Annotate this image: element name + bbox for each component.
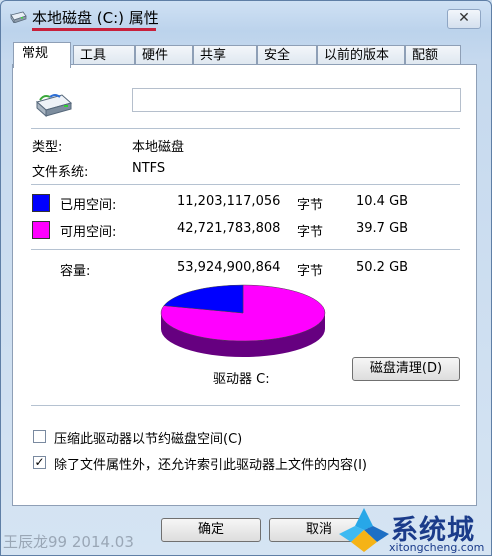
drive-letter-label: 驱动器 C:: [213, 372, 270, 387]
compress-drive-checkbox[interactable]: [33, 430, 46, 443]
tab-quota[interactable]: 配额: [405, 45, 461, 66]
properties-window: 本地磁盘 (C:) 属性 ✕ 常规 工具 硬件 共享 安全 以前的版本 配额 类…: [0, 0, 492, 556]
tab-security[interactable]: 安全: [257, 45, 317, 66]
free-space-bytes: 42,721,783,808: [177, 221, 281, 236]
tab-previous-versions[interactable]: 以前的版本: [317, 45, 405, 66]
tab-hardware[interactable]: 硬件: [135, 45, 193, 66]
drive-name-input[interactable]: [132, 88, 461, 112]
tab-tools[interactable]: 工具: [73, 45, 135, 66]
used-space-swatch: [32, 194, 50, 212]
free-space-size: 39.7 GB: [356, 221, 409, 236]
filesystem-label: 文件系统:: [32, 165, 89, 180]
title-highlight-underline: [32, 28, 156, 31]
type-label: 类型:: [32, 140, 63, 155]
capacity-unit: 字节: [297, 264, 324, 279]
divider: [31, 128, 460, 129]
used-space-label: 已用空间:: [60, 198, 117, 213]
tab-sharing[interactable]: 共享: [193, 45, 257, 66]
site-logo-icon: [339, 508, 389, 552]
used-space-size: 10.4 GB: [356, 194, 409, 209]
divider: [31, 184, 460, 185]
free-space-unit: 字节: [297, 225, 324, 240]
capacity-size: 50.2 GB: [356, 260, 409, 275]
capacity-bytes: 53,924,900,864: [177, 260, 281, 275]
free-space-swatch: [32, 221, 50, 239]
tab-general[interactable]: 常规: [13, 42, 71, 68]
ok-button[interactable]: 确定: [161, 518, 261, 542]
hard-drive-icon: [35, 94, 73, 118]
allow-indexing-label[interactable]: 除了文件属性外，还允许索引此驱动器上文件的内容(I): [54, 454, 367, 473]
capacity-label: 容量:: [60, 264, 91, 279]
divider: [31, 249, 460, 250]
author-watermark: 王辰龙99 2014.03: [3, 533, 134, 551]
site-url: xitongcheng.com: [389, 541, 485, 554]
used-space-bytes: 11,203,117,056: [177, 194, 281, 209]
general-panel: 类型: 本地磁盘 文件系统: NTFS 已用空间: 11,203,117,056…: [12, 64, 477, 506]
title-bar[interactable]: 本地磁盘 (C:) 属性 ✕: [1, 1, 491, 33]
used-space-unit: 字节: [297, 198, 324, 213]
site-watermark: 系统城 xitongcheng.com: [337, 504, 491, 556]
close-button[interactable]: ✕: [447, 9, 481, 29]
compress-drive-label[interactable]: 压缩此驱动器以节约磁盘空间(C): [54, 428, 242, 447]
drive-icon: [10, 11, 27, 23]
divider: [31, 405, 460, 406]
disk-cleanup-button[interactable]: 磁盘清理(D): [352, 357, 460, 381]
disk-usage-pie-chart: [160, 284, 326, 357]
type-value: 本地磁盘: [132, 140, 185, 155]
window-title: 本地磁盘 (C:) 属性: [32, 9, 159, 27]
filesystem-value: NTFS: [132, 161, 166, 176]
free-space-label: 可用空间:: [60, 225, 117, 240]
allow-indexing-checkbox[interactable]: ✓: [33, 456, 46, 469]
